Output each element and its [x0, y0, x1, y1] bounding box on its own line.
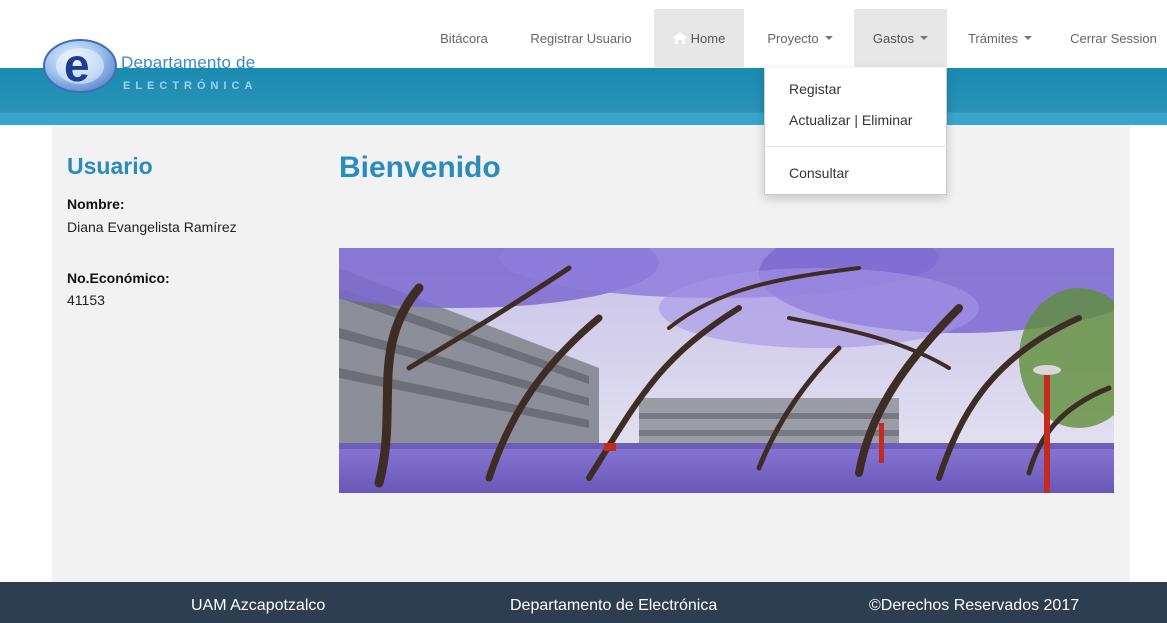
footer: UAM Azcapotzalco Departamento de Electró… [0, 582, 1167, 623]
campus-jacaranda-image [339, 248, 1114, 493]
name-value: Diana Evangelista Ramírez [67, 219, 237, 235]
page-title: Bienvenido [339, 151, 501, 184]
nav-gastos-label: Gastos [872, 30, 915, 46]
menu-item-consultar[interactable]: Consultar [789, 165, 849, 181]
nav-proyecto-label: Proyecto [767, 30, 819, 46]
nav-cerrar-session[interactable]: Cerrar Session [1060, 9, 1167, 67]
menu-item-registar[interactable]: Registar [789, 81, 841, 97]
nav-bitacora-label: Bitácora [440, 30, 488, 46]
nav-home-label: Home [690, 30, 726, 46]
nav-proyecto[interactable]: Proyecto [752, 9, 848, 67]
gastos-dropdown-menu: Registar Actualizar | Eliminar Consultar [764, 68, 947, 195]
svg-text:e: e [64, 39, 90, 91]
department-logo[interactable]: e Departamento de ELECTRÓNICA [42, 33, 302, 103]
footer-copyright: ©Derechos Reservados 2017 [869, 597, 1080, 614]
campus-photo [339, 248, 1114, 493]
menu-divider [765, 146, 947, 147]
nav-registrar-usuario[interactable]: Registrar Usuario [511, 9, 651, 67]
footer-department: Departamento de Electrónica [510, 597, 718, 614]
caret-down-icon [1024, 36, 1033, 40]
nav-gastos[interactable]: Gastos [854, 9, 947, 67]
nav-tramites[interactable]: Trámites [951, 9, 1049, 67]
name-label: Nombre: [67, 196, 125, 212]
nav-tramites-label: Trámites [967, 30, 1019, 46]
home-icon [672, 32, 687, 44]
nav-bitacora[interactable]: Bitácora [425, 9, 503, 67]
nav-cerrar-label: Cerrar Session [1070, 30, 1157, 46]
logo-emblem-icon: e [43, 39, 117, 93]
nav-home[interactable]: Home [654, 9, 744, 67]
sidebar-title: Usuario [67, 153, 153, 179]
employee-number-label: No.Económico: [67, 270, 170, 286]
caret-down-icon [824, 36, 833, 40]
employee-number-value: 41153 [67, 292, 105, 308]
nav-registrar-label: Registrar Usuario [530, 30, 632, 46]
footer-university: UAM Azcapotzalco [191, 597, 326, 614]
logo-title: Departamento de [121, 53, 256, 72]
logo-subtitle: ELECTRÓNICA [123, 80, 258, 92]
menu-item-actualizar-eliminar[interactable]: Actualizar | Eliminar [789, 112, 912, 128]
caret-down-icon [920, 36, 929, 40]
